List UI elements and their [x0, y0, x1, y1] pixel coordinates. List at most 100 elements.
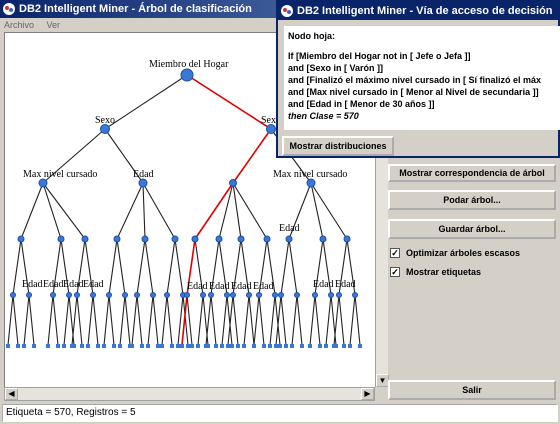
exit-button[interactable]: Salir [388, 380, 556, 400]
leaf-node[interactable] [160, 344, 164, 348]
leaf-node[interactable] [56, 344, 60, 348]
leaf-node[interactable] [32, 344, 36, 348]
optimize-sparse-trees-checkbox[interactable]: ✓ Optimizar árboles escasos [390, 248, 520, 258]
tree-node[interactable] [278, 292, 284, 298]
tree-node[interactable] [312, 292, 318, 298]
leaf-node[interactable] [96, 344, 100, 348]
menu-archivo[interactable]: Archivo [4, 18, 34, 32]
prune-tree-button[interactable]: Podar árbol... [388, 190, 556, 210]
show-tree-correspondence-button[interactable]: Mostrar correspondencia de árbol [388, 164, 556, 182]
leaf-node[interactable] [226, 344, 230, 348]
tree-node[interactable] [224, 292, 230, 298]
leaf-node[interactable] [230, 344, 234, 348]
leaf-node[interactable] [204, 344, 208, 348]
scroll-right-arrow-icon[interactable]: ▶ [361, 388, 374, 400]
level3-node[interactable] [57, 235, 65, 243]
show-labels-checkbox[interactable]: ✓ Mostrar etiquetas [390, 267, 481, 277]
leaf-node[interactable] [170, 344, 174, 348]
tree-node[interactable] [230, 292, 236, 298]
menu-ver[interactable]: Ver [47, 18, 61, 32]
tree-node[interactable] [272, 292, 278, 298]
tree-node[interactable] [256, 292, 262, 298]
leaf-node[interactable] [130, 344, 134, 348]
leaf-node[interactable] [176, 344, 180, 348]
leaf-node[interactable] [318, 344, 322, 348]
leaf-node[interactable] [46, 344, 50, 348]
leaf-node[interactable] [140, 344, 144, 348]
leaf-node[interactable] [80, 344, 84, 348]
leaf-node[interactable] [358, 344, 362, 348]
leaf-node[interactable] [262, 344, 266, 348]
level3-node[interactable] [215, 235, 223, 243]
leaf-node[interactable] [180, 344, 184, 348]
level3-node[interactable] [171, 235, 179, 243]
level3-node[interactable] [141, 235, 149, 243]
tree-node[interactable] [66, 292, 72, 298]
scroll-left-arrow-icon[interactable]: ◀ [5, 388, 18, 400]
leaf-node[interactable] [190, 344, 194, 348]
leaf-node[interactable] [156, 344, 160, 348]
popup-title-bar[interactable]: DB2 Intelligent Miner - Vía de acceso de… [278, 2, 558, 20]
leaf-node[interactable] [186, 344, 190, 348]
leaf-node[interactable] [284, 344, 288, 348]
leaf-node[interactable] [290, 344, 294, 348]
leaf-node[interactable] [236, 344, 240, 348]
level3-node[interactable] [263, 235, 271, 243]
level3-node[interactable] [113, 235, 121, 243]
level2-node[interactable] [138, 178, 148, 188]
leaf-node[interactable] [16, 344, 20, 348]
level3-node[interactable] [343, 235, 351, 243]
leaf-node[interactable] [214, 344, 218, 348]
leaf-node[interactable] [274, 344, 278, 348]
leaf-node[interactable] [86, 344, 90, 348]
level3-node[interactable] [81, 235, 89, 243]
tree-node[interactable] [246, 292, 252, 298]
tree-node[interactable] [134, 292, 140, 298]
level3-node[interactable] [319, 235, 327, 243]
tree-node[interactable] [10, 292, 16, 298]
tree-node[interactable] [336, 292, 342, 298]
tree-node[interactable] [208, 292, 214, 298]
tree-node[interactable] [352, 292, 358, 298]
level3-node[interactable] [285, 235, 293, 243]
leaf-node[interactable] [252, 344, 256, 348]
leaf-node[interactable] [22, 344, 26, 348]
leaf-node[interactable] [300, 344, 304, 348]
level2-node[interactable] [38, 178, 48, 188]
leaf-node[interactable] [62, 344, 66, 348]
root-node[interactable] [180, 68, 194, 82]
leaf-node[interactable] [220, 344, 224, 348]
level2-node[interactable] [306, 178, 316, 188]
tree-node[interactable] [328, 292, 334, 298]
leaf-node[interactable] [324, 344, 328, 348]
leaf-node[interactable] [118, 344, 122, 348]
tree-node[interactable] [122, 292, 128, 298]
tree-node[interactable] [50, 292, 56, 298]
leaf-node[interactable] [342, 344, 346, 348]
leaf-node[interactable] [112, 344, 116, 348]
tree-node[interactable] [184, 292, 190, 298]
level2-node[interactable] [229, 179, 237, 187]
tree-node[interactable] [164, 292, 170, 298]
show-distributions-button[interactable]: Mostrar distribuciones [282, 136, 394, 156]
leaf-node[interactable] [332, 344, 336, 348]
leaf-node[interactable] [6, 344, 10, 348]
save-tree-button[interactable]: Guardar árbol... [388, 219, 556, 239]
leaf-node[interactable] [278, 344, 282, 348]
tree-node[interactable] [74, 292, 80, 298]
leaf-node[interactable] [242, 344, 246, 348]
leaf-node[interactable] [70, 344, 74, 348]
leaf-node[interactable] [102, 344, 106, 348]
leaf-node[interactable] [308, 344, 312, 348]
leaf-node[interactable] [268, 344, 272, 348]
leaf-node[interactable] [196, 344, 200, 348]
tree-node[interactable] [150, 292, 156, 298]
level3-node[interactable] [17, 235, 25, 243]
tree-node[interactable] [90, 292, 96, 298]
tree-node[interactable] [294, 292, 300, 298]
level3-node[interactable] [237, 235, 245, 243]
tree-node[interactable] [200, 292, 206, 298]
tree-node[interactable] [106, 292, 112, 298]
leaf-node[interactable] [146, 344, 150, 348]
horizontal-scrollbar[interactable]: ◀ ▶ [4, 387, 375, 401]
